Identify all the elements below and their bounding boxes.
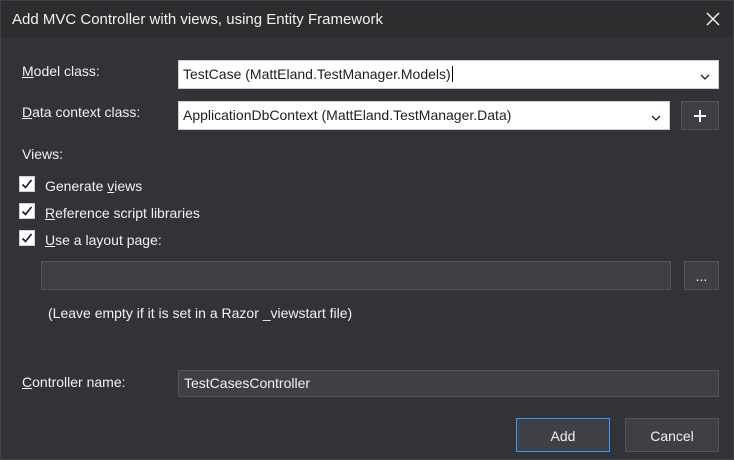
dialog-window: Add MVC Controller with views, using Ent…	[0, 0, 734, 460]
use-layout-checkbox[interactable]	[19, 230, 35, 246]
data-context-class-combobox[interactable]: ApplicationDbContext (MattEland.TestMana…	[178, 101, 670, 130]
model-class-value: TestCase (MattEland.TestManager.Models)	[183, 66, 453, 82]
add-button[interactable]: Add	[516, 418, 610, 452]
generate-views-checkbox[interactable]	[19, 176, 35, 192]
checkmark-icon	[21, 179, 33, 189]
layout-hint: (Leave empty if it is set in a Razor _vi…	[48, 305, 353, 321]
model-class-label: Model class:	[22, 63, 100, 79]
chevron-down-icon[interactable]	[700, 69, 710, 80]
data-context-class-value: ApplicationDbContext (MattEland.TestMana…	[183, 107, 512, 123]
dialog-body: Model class: TestCase (MattEland.TestMan…	[1, 38, 733, 459]
use-layout-label[interactable]: Use a layout page:	[45, 232, 162, 248]
checkmark-icon	[21, 233, 33, 243]
chevron-down-icon[interactable]	[651, 110, 661, 121]
reference-scripts-label[interactable]: Reference script libraries	[45, 205, 200, 221]
cancel-button[interactable]: Cancel	[625, 418, 719, 452]
browse-button[interactable]: ...	[684, 261, 719, 290]
dialog-title: Add MVC Controller with views, using Ent…	[12, 11, 383, 28]
model-class-combobox[interactable]: TestCase (MattEland.TestManager.Models)	[178, 60, 719, 89]
checkmark-icon	[21, 206, 33, 216]
views-label: Views:	[22, 146, 63, 162]
generate-views-label[interactable]: Generate views	[45, 178, 142, 194]
layout-page-input[interactable]	[41, 261, 671, 290]
data-context-class-label: Data context class:	[22, 104, 141, 120]
add-data-context-button[interactable]	[681, 101, 719, 130]
controller-name-label: Controller name:	[22, 374, 126, 390]
reference-scripts-checkbox[interactable]	[19, 203, 35, 219]
title-bar: Add MVC Controller with views, using Ent…	[1, 1, 733, 38]
close-icon[interactable]	[701, 7, 725, 31]
controller-name-input[interactable]: TestCasesController	[178, 370, 719, 397]
